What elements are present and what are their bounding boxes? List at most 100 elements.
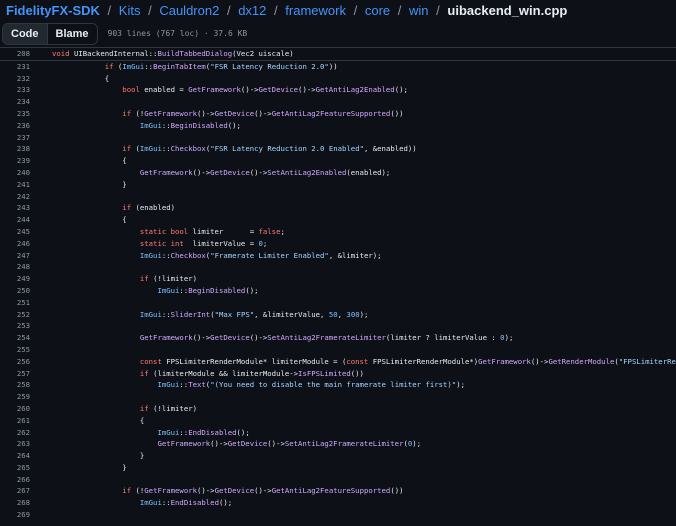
code-line[interactable]: 251: [0, 297, 676, 309]
code-line[interactable]: 235 if (!GetFramework()->GetDevice()->Ge…: [0, 108, 676, 120]
code-line[interactable]: 245 static bool limiter = false;: [0, 226, 676, 238]
code-line[interactable]: 255: [0, 344, 676, 356]
code-line[interactable]: 261 {: [0, 415, 676, 427]
line-number[interactable]: 251: [0, 297, 38, 309]
line-number[interactable]: 268: [0, 497, 38, 509]
line-number[interactable]: 243: [0, 202, 38, 214]
line-number[interactable]: 260: [0, 403, 38, 415]
code-line[interactable]: 265 }: [0, 462, 676, 474]
line-number[interactable]: 241: [0, 179, 38, 191]
breadcrumb-dir-cauldron2[interactable]: Cauldron2: [159, 3, 219, 18]
code-token: GetAntiLag2Enabled: [315, 85, 395, 95]
breadcrumb-dir-dx12[interactable]: dx12: [238, 3, 266, 18]
code-line[interactable]: 243 if (enabled): [0, 202, 676, 214]
code-token: GetDevice: [214, 486, 255, 496]
line-number[interactable]: 267: [0, 485, 38, 497]
line-number[interactable]: 233: [0, 84, 38, 96]
breadcrumb-dir-kits[interactable]: Kits: [119, 3, 141, 18]
line-number[interactable]: 239: [0, 155, 38, 167]
code-line[interactable]: 239 {: [0, 155, 676, 167]
code-line[interactable]: 234: [0, 96, 676, 108]
tab-blame[interactable]: Blame: [47, 23, 97, 44]
code-line[interactable]: 264 }: [0, 450, 676, 462]
line-number[interactable]: 259: [0, 391, 38, 403]
line-number[interactable]: 208: [0, 48, 38, 60]
code-line[interactable]: 242: [0, 191, 676, 203]
code-line[interactable]: 238 if (ImGui::Checkbox("FSR Latency Red…: [0, 143, 676, 155]
code-line[interactable]: 250 ImGui::BeginDisabled();: [0, 285, 676, 297]
line-number[interactable]: 269: [0, 509, 38, 521]
line-number[interactable]: 265: [0, 462, 38, 474]
line-number[interactable]: 250: [0, 285, 38, 297]
line-number[interactable]: 266: [0, 474, 38, 486]
line-number[interactable]: 253: [0, 320, 38, 332]
line-number[interactable]: 262: [0, 427, 38, 439]
line-number[interactable]: 244: [0, 214, 38, 226]
code-line[interactable]: 256 const FPSLimiterRenderModule* limite…: [0, 356, 676, 368]
code-line[interactable]: 267 if (!GetFramework()->GetDevice()->Ge…: [0, 485, 676, 497]
code-line[interactable]: 249 if (!limiter): [0, 273, 676, 285]
code-line[interactable]: 244 {: [0, 214, 676, 226]
code-token: SetAntiLag2Enabled: [267, 167, 347, 177]
code-line[interactable]: 253: [0, 320, 676, 332]
line-number[interactable]: 240: [0, 167, 38, 179]
line-number[interactable]: 238: [0, 143, 38, 155]
code-line[interactable]: 240 GetFramework()->GetDevice()->SetAnti…: [0, 167, 676, 179]
line-number[interactable]: 242: [0, 191, 38, 203]
line-number[interactable]: 258: [0, 379, 38, 391]
line-number[interactable]: 255: [0, 344, 38, 356]
line-number[interactable]: 264: [0, 450, 38, 462]
tab-code[interactable]: Code: [3, 23, 48, 44]
line-number[interactable]: 232: [0, 73, 38, 85]
sticky-scope-header[interactable]: 208 void UIBackendInternal::BuildTabbedD…: [0, 48, 676, 61]
line-number[interactable]: 263: [0, 438, 38, 450]
code-line[interactable]: 263 GetFramework()->GetDevice()->SetAnti…: [0, 438, 676, 450]
line-number[interactable]: 257: [0, 368, 38, 380]
line-number[interactable]: 245: [0, 226, 38, 238]
code-line[interactable]: 266: [0, 474, 676, 486]
code-line[interactable]: 257 if (limiterModule && limiterModule->…: [0, 368, 676, 380]
line-number[interactable]: 248: [0, 261, 38, 273]
code-token: ::: [161, 250, 171, 260]
code-line[interactable]: 248: [0, 261, 676, 273]
code-line[interactable]: 260 if (!limiter): [0, 403, 676, 415]
breadcrumb-repo-link[interactable]: FidelityFX-SDK: [6, 3, 100, 18]
line-number[interactable]: 261: [0, 415, 38, 427]
breadcrumb-dir-framework[interactable]: framework: [285, 3, 346, 18]
code-line[interactable]: 236 ImGui::BeginDisabled();: [0, 120, 676, 132]
code-line[interactable]: 231 if (ImGui::BeginTabItem("FSR Latency…: [0, 61, 676, 73]
code-line[interactable]: 258 ImGui::Text("(You need to disable th…: [0, 379, 676, 391]
code-line[interactable]: 246 static int limiterValue = 0;: [0, 238, 676, 250]
line-number[interactable]: 234: [0, 96, 38, 108]
code-line[interactable]: 269: [0, 509, 676, 521]
code-line[interactable]: 247 ImGui::Checkbox("Framerate Limiter E…: [0, 250, 676, 262]
code-line[interactable]: 254 GetFramework()->GetDevice()->SetAnti…: [0, 332, 676, 344]
line-number[interactable]: 254: [0, 332, 38, 344]
line-number[interactable]: 246: [0, 238, 38, 250]
line-number[interactable]: 247: [0, 250, 38, 262]
code-line[interactable]: 268 ImGui::EndDisabled();: [0, 497, 676, 509]
code-line[interactable]: 259: [0, 391, 676, 403]
code-view[interactable]: 208 void UIBackendInternal::BuildTabbedD…: [0, 47, 676, 526]
code-line[interactable]: 232 {: [0, 73, 676, 85]
code-line[interactable]: 262 ImGui::EndDisabled();: [0, 427, 676, 439]
code-line[interactable]: 241 }: [0, 179, 676, 191]
breadcrumb-dir-win[interactable]: win: [409, 3, 429, 18]
code-line[interactable]: 233 bool enabled = GetFramework()->GetDe…: [0, 84, 676, 96]
code-token: ();: [245, 285, 259, 295]
code-token: (!limiter): [153, 274, 197, 284]
line-number[interactable]: 235: [0, 108, 38, 120]
line-number[interactable]: 249: [0, 273, 38, 285]
code-line[interactable]: 237: [0, 132, 676, 144]
line-number[interactable]: 252: [0, 309, 38, 321]
line-number[interactable]: 237: [0, 132, 38, 144]
code-line[interactable]: 252 ImGui::SliderInt("Max FPS", &limiter…: [0, 309, 676, 321]
code-token: if: [139, 368, 154, 378]
breadcrumb-dir-core[interactable]: core: [365, 3, 390, 18]
line-number[interactable]: 231: [0, 61, 38, 73]
line-code: bool enabled = GetFramework()->GetDevice…: [38, 84, 676, 96]
line-code: ImGui::EndDisabled();: [38, 497, 676, 509]
line-number[interactable]: 256: [0, 356, 38, 368]
line-number[interactable]: 236: [0, 120, 38, 132]
